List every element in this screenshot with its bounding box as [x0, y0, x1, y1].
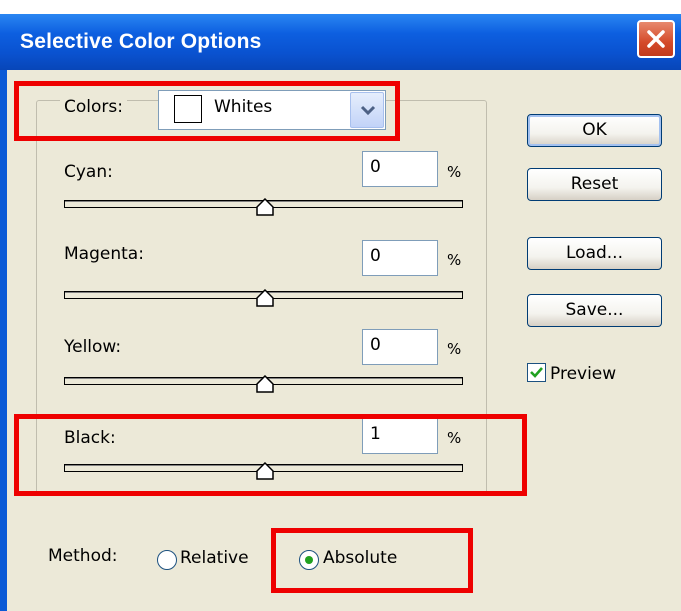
preview-checkbox[interactable] [527, 363, 546, 382]
magenta-slider-thumb[interactable] [256, 289, 274, 307]
close-x-icon [647, 30, 665, 48]
highlight-box-colors [14, 81, 400, 141]
yellow-percent: % [447, 340, 462, 358]
preview-label: Preview [550, 364, 617, 384]
magenta-input[interactable]: 0 [362, 240, 438, 276]
magenta-label: Magenta: [64, 244, 144, 264]
dialog-title: Selective Color Options [20, 30, 262, 53]
cyan-input[interactable]: 0 [362, 151, 438, 187]
yellow-label: Yellow: [64, 337, 122, 357]
magenta-percent: % [447, 251, 462, 269]
relative-radio[interactable] [157, 550, 177, 570]
highlight-box-absolute [271, 528, 473, 593]
yellow-input[interactable]: 0 [362, 329, 438, 365]
reset-button[interactable]: Reset [527, 168, 662, 201]
cyan-percent: % [447, 163, 462, 181]
relative-label: Relative [180, 548, 249, 568]
close-button[interactable] [637, 20, 675, 58]
yellow-slider-thumb[interactable] [256, 375, 274, 393]
save-button[interactable]: Save... [527, 294, 662, 327]
cyan-label: Cyan: [64, 162, 113, 182]
load-button[interactable]: Load... [527, 237, 662, 270]
highlight-box-black [14, 414, 527, 496]
method-label: Method: [48, 546, 118, 566]
ok-button[interactable]: OK [527, 114, 662, 147]
cyan-slider-thumb[interactable] [256, 198, 274, 216]
checkmark-icon [530, 367, 543, 378]
